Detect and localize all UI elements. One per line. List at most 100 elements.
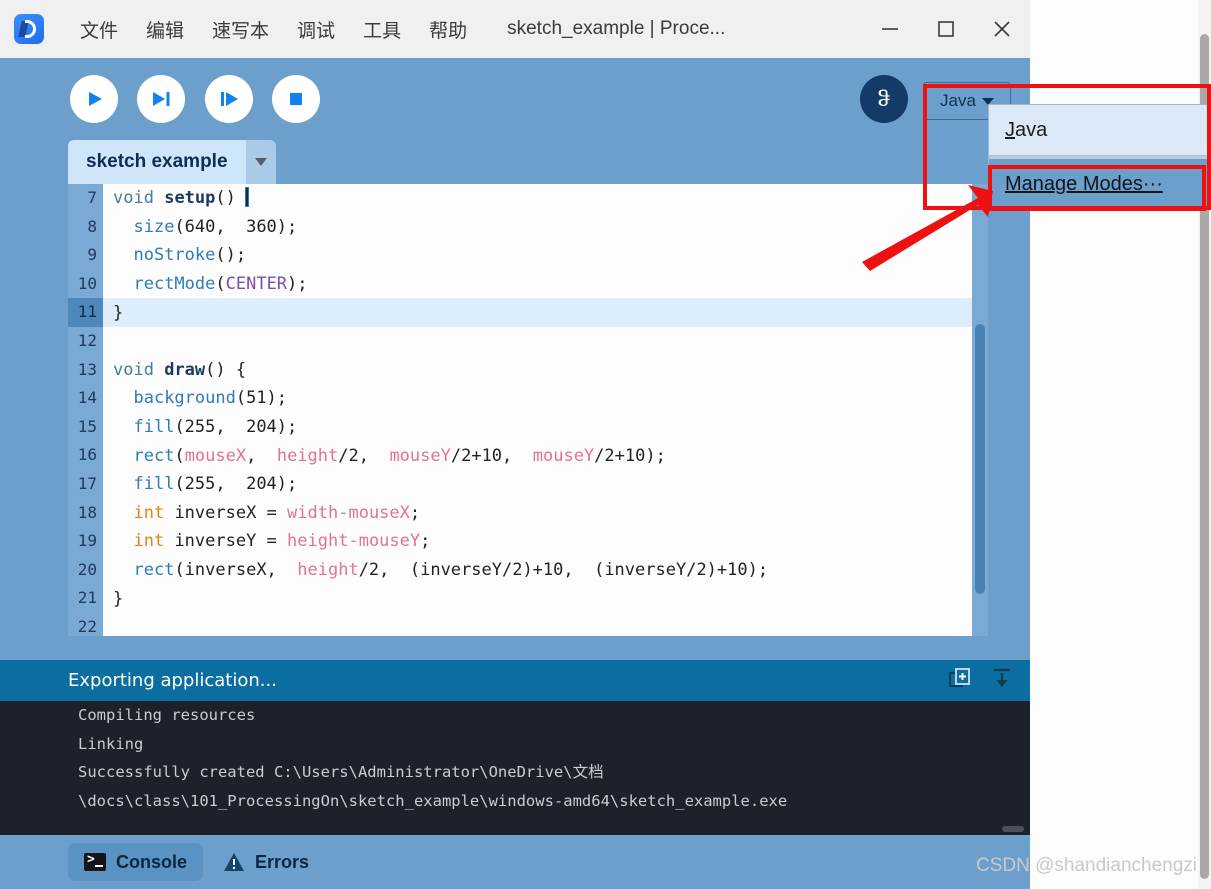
code-line[interactable]: 18 int inverseX = width-mouseX; xyxy=(68,498,988,528)
code-text[interactable]: void setup() xyxy=(103,187,250,209)
minimize-icon[interactable] xyxy=(862,0,918,58)
menu-item-edit[interactable]: 编辑 xyxy=(132,12,198,47)
sketch-tab[interactable]: sketch example xyxy=(68,140,276,184)
code-token: CENTER xyxy=(225,274,288,295)
code-token: void xyxy=(113,359,154,380)
code-line[interactable]: 14 background(51); xyxy=(68,384,988,413)
code-text[interactable]: fill(255, 204); xyxy=(103,474,297,494)
code-token: } xyxy=(113,588,124,609)
code-token: int xyxy=(133,531,165,552)
code-text[interactable]: fill(255, 204); xyxy=(103,417,297,437)
tab-console[interactable]: Console xyxy=(68,843,204,881)
line-number: 15 xyxy=(68,412,103,442)
menu-option-manage-modes[interactable]: Manage Modes··· xyxy=(989,159,1207,209)
mode-dropdown-menu[interactable]: Java Manage Modes··· xyxy=(988,104,1208,210)
code-line[interactable]: 20 rect(inverseX, height/2, (inverseY/2)… xyxy=(68,555,988,585)
code-line[interactable]: 15 fill(255, 204); xyxy=(68,412,988,442)
run-button[interactable] xyxy=(70,75,118,123)
debug-toggle-button[interactable]: ჵ xyxy=(860,75,908,123)
code-line[interactable]: 19 int inverseY = height-mouseY; xyxy=(68,527,988,556)
editor-vertical-scrollbar[interactable] xyxy=(972,184,988,636)
console-toolbar xyxy=(948,666,1014,695)
warning-icon xyxy=(223,852,245,872)
code-token: () { xyxy=(205,359,247,380)
tab-console-label: Console xyxy=(116,851,188,872)
code-text[interactable]: } xyxy=(103,589,123,609)
continue-button[interactable] xyxy=(205,75,253,123)
menu-option-manage-modes-label: anage Modes··· xyxy=(1021,172,1163,195)
code-line[interactable]: 10 rectMode(CENTER); xyxy=(68,269,988,299)
tab-errors[interactable]: Errors xyxy=(207,843,325,881)
code-token: mouseX xyxy=(184,445,247,466)
stop-button[interactable] xyxy=(272,75,320,123)
code-text[interactable]: void draw() { xyxy=(103,360,246,380)
menu-option-manage-modes-mnemonic: M xyxy=(1005,172,1022,195)
menu-item-help[interactable]: 帮助 xyxy=(415,12,481,47)
code-text[interactable]: rect(mouseX, height/2, mouseY/2+10, mous… xyxy=(103,445,665,466)
code-token: fill xyxy=(133,417,175,438)
code-line[interactable]: 13 void draw() { xyxy=(68,355,988,385)
code-token: (255, 204); xyxy=(174,417,298,438)
code-token: width xyxy=(287,502,339,523)
line-number: 22 xyxy=(68,612,103,636)
code-line[interactable]: 12 xyxy=(68,326,988,356)
line-number: 21 xyxy=(68,584,103,613)
code-text[interactable]: rectMode(CENTER); xyxy=(103,274,307,295)
processing-ide-window: 文件 编辑 速写本 调试 工具 帮助 sketch_example | Proc… xyxy=(0,0,1030,889)
code-text[interactable]: int inverseX = width-mouseX; xyxy=(103,503,420,523)
console-status-bar: Exporting application... xyxy=(0,660,1030,701)
step-button[interactable] xyxy=(137,75,185,123)
code-token: ; xyxy=(409,502,421,523)
code-text[interactable]: rect(inverseX, height/2, (inverseY/2)+10… xyxy=(103,560,768,580)
line-number: 14 xyxy=(68,384,103,413)
step-over-icon xyxy=(153,92,170,106)
code-line[interactable]: 11} xyxy=(68,298,988,327)
code-text[interactable]: int inverseY = height-mouseY; xyxy=(103,531,430,551)
line-number: 12 xyxy=(68,326,103,356)
sketch-tab-label[interactable]: sketch example xyxy=(68,140,246,184)
menu-item-sketch[interactable]: 速写本 xyxy=(198,12,283,47)
menu-item-tools[interactable]: 工具 xyxy=(349,12,415,47)
menu-option-java[interactable]: Java xyxy=(989,105,1207,155)
code-token: void xyxy=(113,188,154,209)
maximize-icon[interactable] xyxy=(918,0,974,58)
code-text[interactable]: size(640, 360); xyxy=(103,217,297,237)
console-output[interactable]: Compiling resources Linking Successfully c… xyxy=(0,701,1030,835)
code-line[interactable]: 8 size(640, 360); xyxy=(68,212,988,242)
sketch-tab-dropdown-button[interactable] xyxy=(245,140,276,184)
copy-to-new-icon[interactable] xyxy=(948,666,972,695)
code-line[interactable]: 7 void setup() xyxy=(68,184,988,213)
watermark: CSDN @shandianchengzi xyxy=(975,855,1197,876)
menu-item-debug[interactable]: 调试 xyxy=(283,12,349,47)
code-token: (51); xyxy=(235,388,288,409)
code-text[interactable]: noStroke(); xyxy=(103,245,246,265)
code-editor[interactable]: 7 void setup() 8 size(640, 360); 9 noStrok… xyxy=(68,184,988,636)
editor-scrollbar-thumb[interactable] xyxy=(975,324,985,594)
code-token: rectMode xyxy=(133,274,216,295)
debug-glyph-icon: ჵ xyxy=(877,87,891,111)
line-number: 17 xyxy=(68,469,103,499)
close-icon[interactable] xyxy=(974,0,1030,58)
console-tabbar: Console Errors xyxy=(0,835,1030,889)
play-icon xyxy=(89,92,102,106)
line-number: 7 xyxy=(68,184,103,213)
code-text[interactable]: } xyxy=(103,303,123,323)
scroll-to-bottom-icon[interactable] xyxy=(990,666,1014,695)
code-lines[interactable]: 7 void setup() 8 size(640, 360); 9 noStrok… xyxy=(68,184,988,636)
code-line[interactable]: 22 xyxy=(68,612,988,636)
code-line[interactable]: 9 noStroke(); xyxy=(68,241,988,270)
terminal-icon xyxy=(84,852,106,871)
code-line[interactable]: 17 fill(255, 204); xyxy=(68,469,988,499)
code-line[interactable]: 16 rect(mouseX, height/2, mouseY/2+10, m… xyxy=(68,441,988,470)
code-text[interactable]: background(51); xyxy=(103,388,287,408)
code-line[interactable]: 21} xyxy=(68,584,988,613)
menu-item-file[interactable]: 文件 xyxy=(66,12,132,47)
line-number: 20 xyxy=(68,555,103,585)
console-horizontal-scrollbar[interactable] xyxy=(1002,826,1024,832)
